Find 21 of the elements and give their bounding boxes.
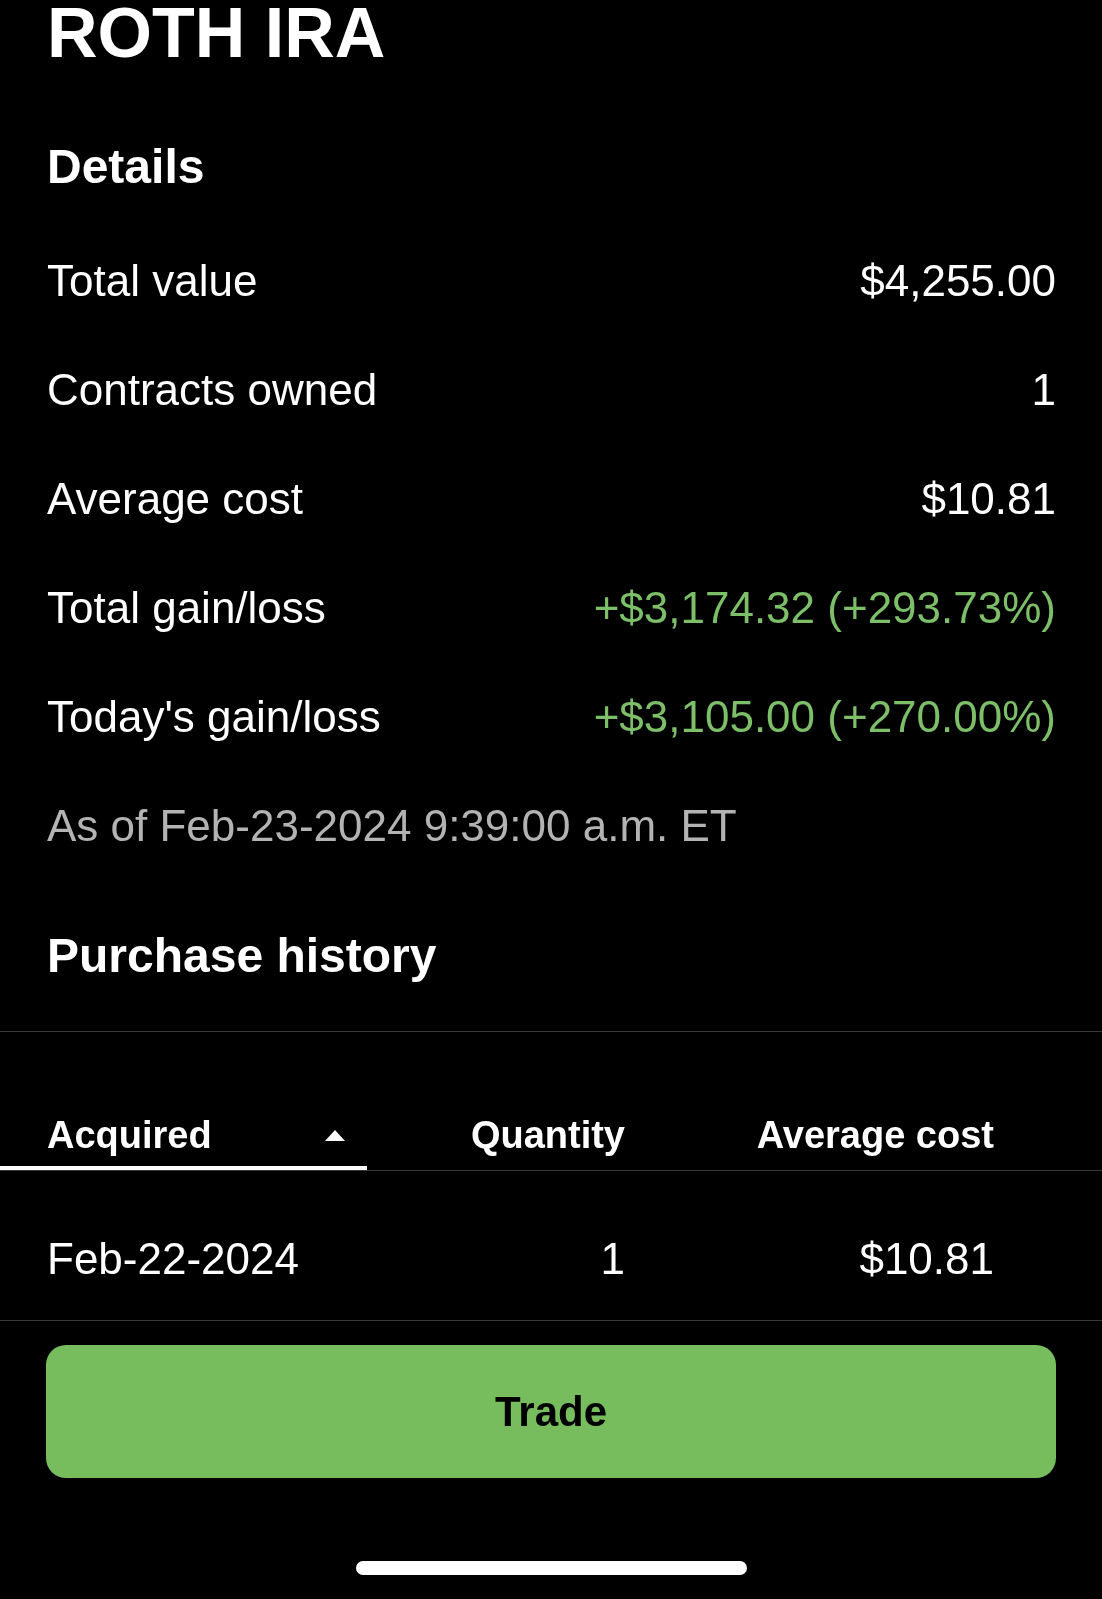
timestamp-text: As of Feb-23-2024 9:39:00 a.m. ET: [47, 799, 738, 852]
detail-value: $10.81: [921, 472, 1056, 525]
account-title: ROTH IRA: [47, 0, 387, 68]
detail-label: Total gain/loss: [47, 581, 326, 634]
detail-value: +$3,105.00 (+270.00%): [593, 690, 1056, 743]
section-heading: Details: [47, 139, 206, 195]
section-heading: Purchase history: [47, 927, 438, 984]
trade-button[interactable]: Trade: [46, 1345, 1056, 1479]
detail-value: 1: [1031, 363, 1056, 416]
detail-value: $4,255.00: [860, 254, 1056, 307]
column-header[interactable]: Acquired: [0, 1032, 367, 1171]
column-header[interactable]: Average cost: [625, 1032, 994, 1171]
table-cell-text: $10.81: [858, 1233, 994, 1286]
detail-label: Contracts owned: [47, 363, 378, 416]
table-cell-text: Feb-22-2024: [46, 1233, 300, 1286]
detail-value: +$3,174.32 (+293.73%): [593, 581, 1056, 634]
table-cell-text: 1: [599, 1233, 625, 1286]
detail-label: Today's gain/loss: [47, 690, 381, 743]
column-header[interactable]: Quantity: [367, 1032, 625, 1171]
detail-label: Total value: [47, 254, 258, 307]
detail-label: Average cost: [47, 472, 303, 525]
